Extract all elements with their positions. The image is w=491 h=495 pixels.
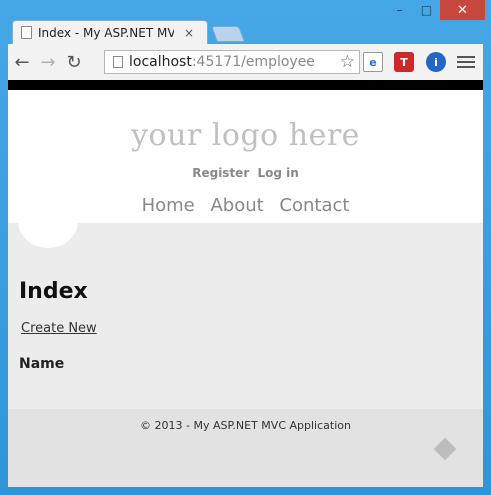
page-title: Index	[19, 279, 88, 304]
tab-close-icon[interactable]: ×	[184, 26, 194, 40]
back-button[interactable]: ←	[10, 50, 34, 74]
url-path: :45171/employee	[191, 54, 315, 70]
minimize-button[interactable]: –	[386, 0, 413, 20]
nav-about-link[interactable]: About	[210, 195, 263, 216]
main-nav: Home About Contact	[8, 195, 483, 216]
bookmark-star-icon[interactable]: ☆	[340, 52, 355, 72]
menu-bar-line	[457, 61, 475, 63]
forward-button[interactable]: →	[36, 50, 60, 74]
menu-bar-line	[457, 56, 475, 58]
menu-bar-line	[457, 66, 475, 68]
login-links: Register Log in	[8, 166, 483, 180]
new-tab-button[interactable]	[211, 26, 245, 42]
create-new-link[interactable]: Create New	[21, 321, 97, 336]
reload-button[interactable]: ↻	[62, 50, 86, 74]
register-link[interactable]: Register	[192, 166, 249, 180]
browser-window: – □ ✕ Index - My ASP.NET MVC Application…	[0, 0, 491, 495]
footer-copyright: © 2013 - My ASP.NET MVC Application	[140, 419, 351, 432]
close-button[interactable]: ✕	[440, 0, 485, 20]
maximize-button[interactable]: □	[413, 0, 440, 20]
page-icon	[113, 56, 123, 68]
ie-tab-extension-icon[interactable]: e	[363, 52, 383, 72]
top-black-bar	[8, 80, 483, 90]
tab-title: Index - My ASP.NET MVC Application	[38, 25, 174, 40]
decorative-circle	[18, 193, 78, 248]
address-bar[interactable]: localhost:45171/employee ☆	[104, 50, 360, 74]
site-header: your logo here Register Log in Home Abou…	[8, 90, 483, 223]
browser-toolbar: ← → ↻ localhost:45171/employee ☆ e T i	[8, 44, 483, 80]
info-extension-icon[interactable]: i	[426, 52, 446, 72]
login-link[interactable]: Log in	[257, 166, 298, 180]
main-content: Index Create New Name	[8, 193, 483, 409]
t-extension-icon[interactable]: T	[394, 52, 414, 72]
nav-home-link[interactable]: Home	[142, 195, 195, 216]
name-column-header: Name	[19, 356, 65, 372]
feedback-icon[interactable]	[433, 437, 457, 461]
browser-menu-button[interactable]	[457, 52, 475, 72]
site-logo[interactable]: your logo here	[8, 118, 483, 153]
window-controls: – □ ✕	[386, 0, 485, 20]
url-host: localhost	[129, 54, 192, 70]
page-viewport: your logo here Register Log in Home Abou…	[8, 80, 483, 487]
nav-contact-link[interactable]: Contact	[279, 195, 349, 216]
browser-tab[interactable]: Index - My ASP.NET MVC Application ×	[12, 20, 208, 44]
site-footer: © 2013 - My ASP.NET MVC Application	[8, 409, 483, 487]
page-icon	[21, 26, 32, 39]
